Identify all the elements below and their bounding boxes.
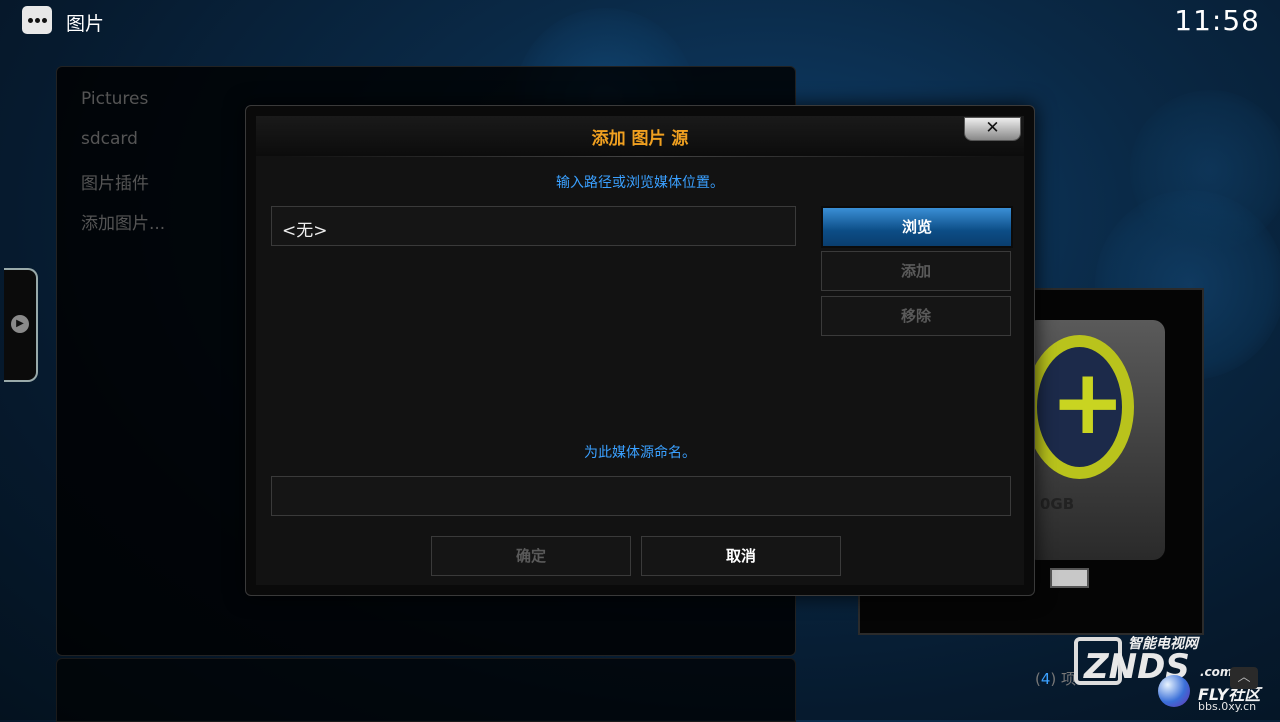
top-bar: 图片 11:58 [0,0,1280,44]
watermark-logo: 智能电视网 ZNDS .com FLY社区 bbs.0xy.cn ︿ [1070,625,1280,720]
plus-icon: + [1050,350,1126,455]
cancel-button[interactable]: 取消 [641,536,841,576]
watermark-com: .com [1200,665,1233,679]
remove-button[interactable]: 移除 [821,296,1011,336]
side-menu-tab[interactable]: ▶ [4,268,38,382]
menu-icon[interactable] [22,6,52,34]
chevron-up-icon[interactable]: ︿ [1230,667,1258,689]
list-item-sdcard[interactable]: sdcard [81,129,138,149]
background-bokeh [1130,90,1280,250]
list-item-add-pictures[interactable]: 添加图片... [81,209,165,234]
page-title: 图片 [66,13,105,35]
list-item-picture-addons[interactable]: 图片插件 [81,169,149,194]
header-divider [281,156,999,157]
add-source-dialog: 添加 图片 源 ✕ 输入路径或浏览媒体位置。 <无> 浏览 添加 移除 为此媒体… [245,105,1035,596]
list-item-pictures[interactable]: Pictures [81,89,148,109]
ok-button[interactable]: 确定 [431,536,631,576]
arrow-right-icon: ▶ [11,315,29,333]
dialog-title: 添加 图片 源 [591,129,689,149]
drive-port [1050,568,1089,588]
close-button[interactable]: ✕ [964,117,1021,141]
path-value: <无> [282,221,328,241]
add-button[interactable]: 添加 [821,251,1011,291]
watermark-url: bbs.0xy.cn [1198,700,1257,713]
source-name-input[interactable] [271,476,1011,516]
name-hint: 为此媒体源命名。 [584,445,696,461]
globe-icon [1158,675,1190,707]
bottom-panel [56,658,796,722]
browse-button[interactable]: 浏览 [821,206,1013,248]
clock: 11:58 [1174,4,1260,37]
path-input[interactable]: <无> [271,206,796,246]
path-hint: 输入路径或浏览媒体位置。 [556,175,724,191]
item-count: 4 [1040,670,1051,688]
drive-capacity-label: 0GB [1040,495,1075,513]
